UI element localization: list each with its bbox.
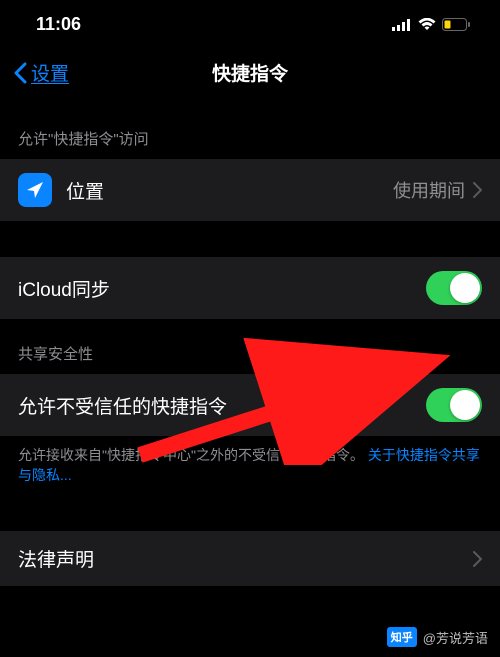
untrusted-toggle[interactable] <box>426 388 482 422</box>
page-title: 快捷指令 <box>212 59 288 86</box>
icloud-toggle[interactable] <box>426 271 482 305</box>
zhihu-logo: 知乎 <box>387 627 417 647</box>
chevron-right-icon <box>473 551 482 567</box>
section-header-access: 允许"快捷指令"访问 <box>0 104 500 159</box>
author-name: @芳说芳语 <box>423 628 488 647</box>
signal-icon <box>392 19 412 31</box>
location-cell[interactable]: 位置 使用期间 <box>0 159 500 221</box>
footer-text: 允许接收来自"快捷指令中心"之外的不受信任快捷指令。 <box>18 447 364 463</box>
location-icon <box>18 173 52 207</box>
untrusted-footer: 允许接收来自"快捷指令中心"之外的不受信任快捷指令。 关于快捷指令共享与隐私..… <box>0 436 500 495</box>
back-label: 设置 <box>31 59 69 86</box>
untrusted-label: 允许不受信任的快捷指令 <box>18 392 426 419</box>
attribution: 知乎 @芳说芳语 <box>387 627 488 647</box>
chevron-left-icon <box>14 62 27 84</box>
chevron-right-icon <box>473 182 482 198</box>
location-value: 使用期间 <box>393 177 465 203</box>
icloud-label: iCloud同步 <box>18 275 426 302</box>
status-indicators <box>392 18 470 31</box>
location-label: 位置 <box>66 177 393 204</box>
status-time: 11:06 <box>36 14 81 35</box>
back-button[interactable]: 设置 <box>14 59 69 86</box>
wifi-icon <box>418 18 436 31</box>
battery-icon <box>442 18 470 31</box>
untrusted-shortcuts-cell[interactable]: 允许不受信任的快捷指令 <box>0 374 500 436</box>
section-header-security: 共享安全性 <box>0 319 500 374</box>
icloud-sync-cell[interactable]: iCloud同步 <box>0 257 500 319</box>
legal-label: 法律声明 <box>18 545 473 572</box>
status-bar: 11:06 <box>0 0 500 45</box>
legal-cell[interactable]: 法律声明 <box>0 531 500 586</box>
nav-header: 设置 快捷指令 <box>0 45 500 104</box>
